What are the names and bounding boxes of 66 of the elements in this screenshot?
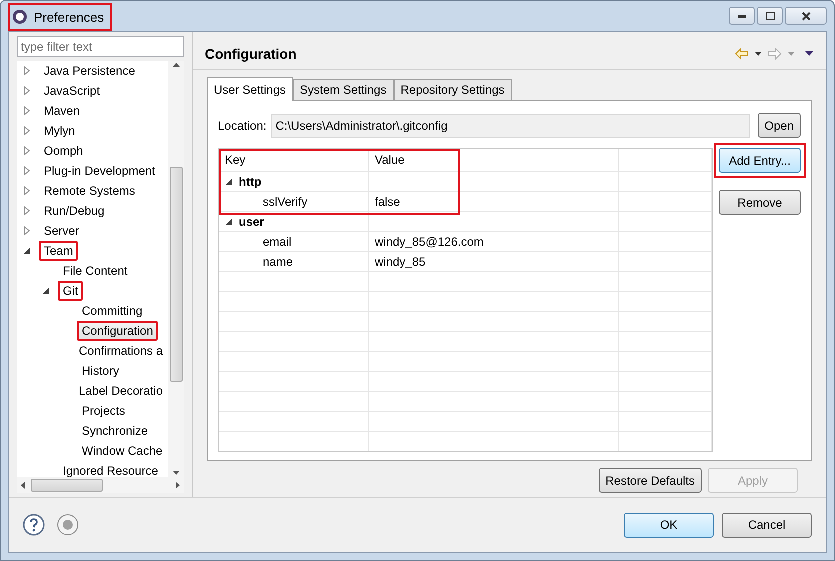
scroll-down-icon[interactable]: [172, 471, 180, 475]
scroll-left-icon[interactable]: [21, 482, 25, 488]
expanded-arrow-icon[interactable]: [225, 178, 233, 186]
tree-item[interactable]: Projects: [77, 401, 130, 421]
tree-item[interactable]: Confirmations a: [74, 341, 168, 361]
table-cell: windy_85@126.com: [375, 234, 484, 248]
table-cell: windy_85: [375, 254, 426, 268]
minimize-icon: [738, 14, 746, 18]
tree-item[interactable]: Synchronize: [77, 421, 154, 441]
tab[interactable]: Repository Settings: [394, 79, 512, 100]
back-arrow-icon[interactable]: [735, 48, 749, 60]
record-icon[interactable]: [57, 514, 79, 536]
expanded-arrow-icon[interactable]: [23, 247, 31, 255]
tab[interactable]: System Settings: [293, 79, 394, 100]
expanded-arrow-icon[interactable]: [42, 287, 50, 295]
tree-item[interactable]: Oomph: [39, 141, 88, 161]
tree-item[interactable]: Maven: [39, 101, 86, 121]
tree-item[interactable]: File Content: [58, 261, 133, 281]
tab[interactable]: User Settings: [207, 77, 294, 101]
tree-item[interactable]: Git: [58, 281, 84, 301]
table-cell: false: [375, 194, 400, 208]
dialog-button[interactable]: OK: [624, 512, 714, 538]
close-button[interactable]: [785, 7, 827, 25]
open-button[interactable]: Open: [758, 113, 801, 138]
table-action-button[interactable]: Remove: [719, 190, 801, 215]
table-cell: name: [263, 254, 294, 268]
vertical-scrollbar[interactable]: [168, 61, 184, 477]
page-title: Configuration: [205, 46, 297, 62]
expanded-arrow-icon[interactable]: [225, 218, 233, 226]
tree-item[interactable]: JavaScript: [39, 81, 106, 101]
table-cell: sslVerify: [263, 194, 308, 208]
tree-item[interactable]: Label Decoratio: [74, 381, 168, 401]
tree-item[interactable]: Server: [39, 221, 84, 241]
page-button[interactable]: Restore Defaults: [598, 468, 702, 493]
tree-item[interactable]: Remote Systems: [39, 181, 140, 201]
scroll-right-icon[interactable]: [176, 482, 180, 488]
location-field[interactable]: C:\Users\Administrator\.gitconfig: [270, 114, 750, 138]
help-icon[interactable]: [23, 514, 45, 536]
tree-item[interactable]: Committing: [77, 301, 148, 321]
filter-field[interactable]: type filter text: [17, 36, 184, 57]
tree-item[interactable]: Java Persistence: [39, 61, 140, 81]
dialog-button[interactable]: Cancel: [722, 512, 812, 538]
tree-item[interactable]: Plug-in Development: [39, 161, 160, 181]
column-header[interactable]: Key: [219, 149, 369, 171]
tree-item[interactable]: Window Cache: [77, 441, 168, 461]
tree-item[interactable]: History: [77, 361, 124, 381]
table-cell: email: [263, 234, 292, 248]
close-icon: [802, 12, 810, 20]
table-cell: user: [239, 214, 264, 228]
horizontal-scrollbar[interactable]: [17, 477, 184, 493]
forward-arrow-icon[interactable]: [768, 48, 782, 60]
tree-item[interactable]: Team: [39, 241, 78, 261]
scroll-up-icon[interactable]: [172, 63, 180, 67]
maximize-icon: [766, 12, 774, 20]
maximize-button[interactable]: [757, 7, 783, 25]
table-action-button[interactable]: Add Entry...: [719, 148, 801, 173]
window-title: Preferences: [34, 10, 104, 24]
column-header[interactable]: Value: [369, 149, 619, 171]
minimize-button[interactable]: [729, 7, 755, 25]
tree-item[interactable]: Run/Debug: [39, 201, 110, 221]
location-label: Location:: [218, 118, 267, 132]
menu-icon[interactable]: [805, 51, 814, 56]
dropdown-icon[interactable]: [755, 52, 762, 56]
tree-item[interactable]: Configuration: [77, 321, 158, 341]
table-cell: http: [239, 174, 262, 188]
tree-item[interactable]: Mylyn: [39, 121, 80, 141]
